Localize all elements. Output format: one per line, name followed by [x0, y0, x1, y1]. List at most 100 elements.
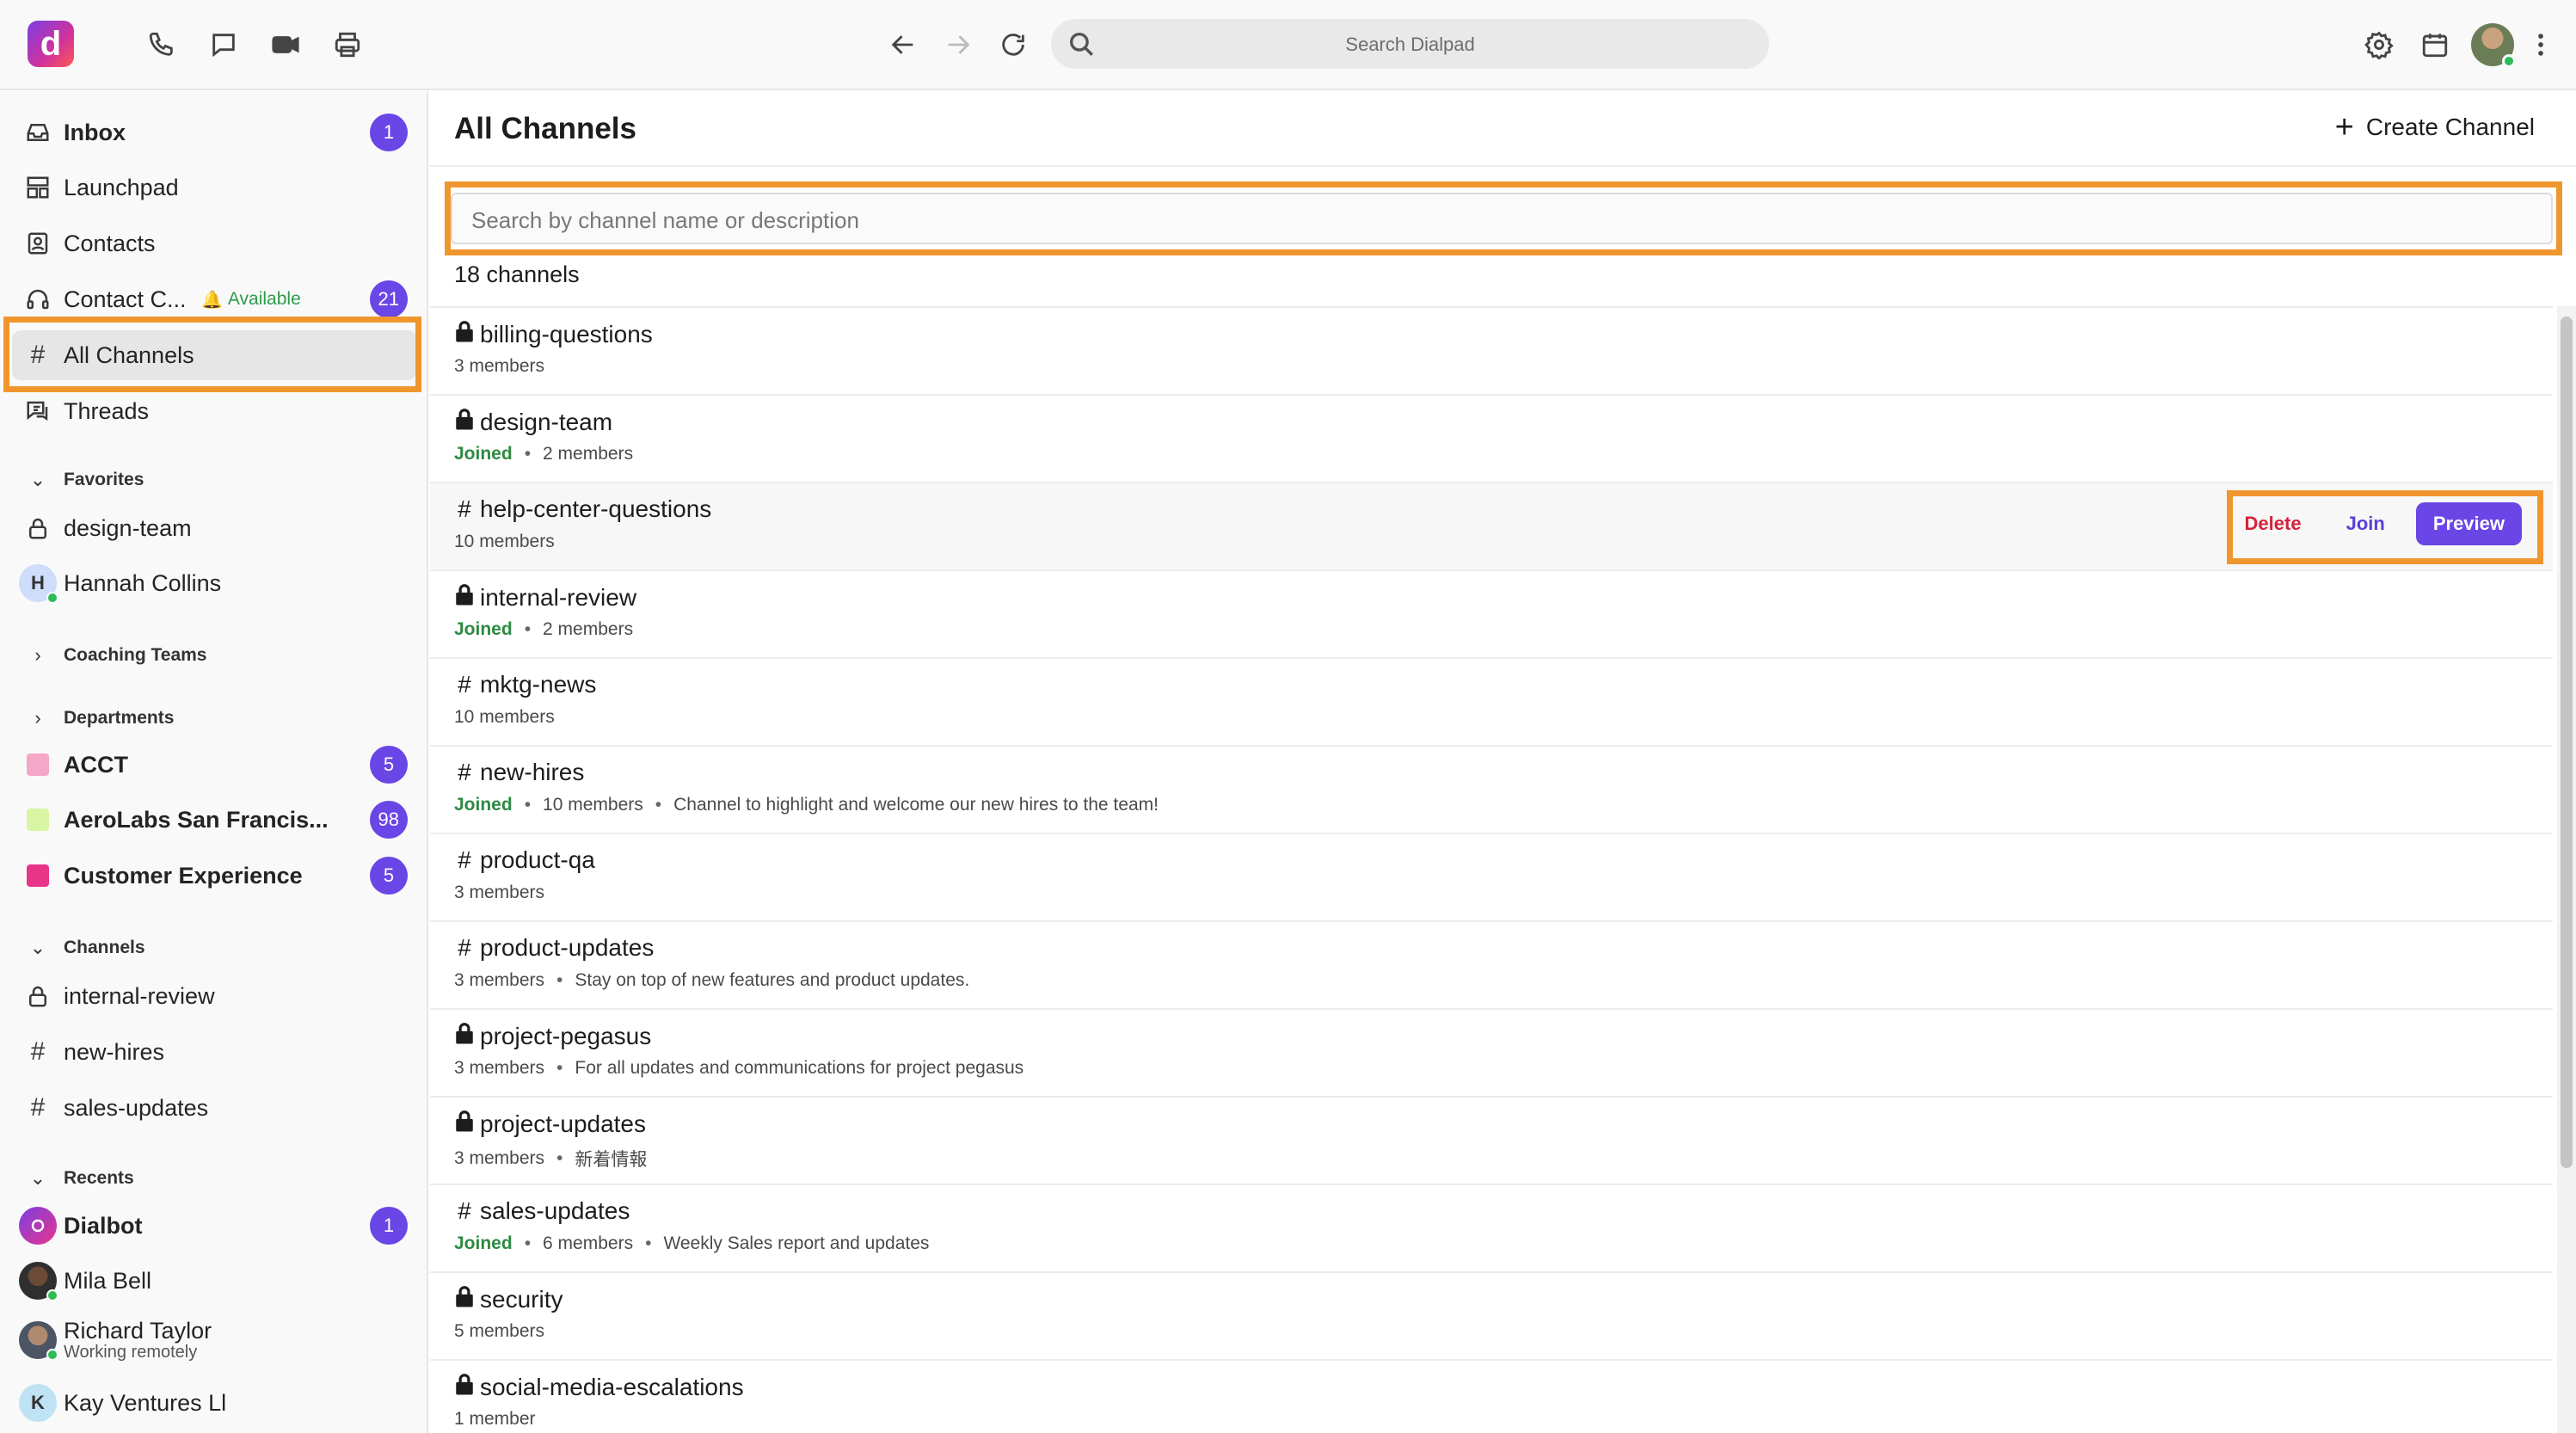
channel-name[interactable]: security: [454, 1285, 563, 1313]
back-icon[interactable]: [884, 26, 922, 64]
channel-meta: Joined • 6 members • Weekly Sales report and…: [454, 1233, 929, 1254]
unread-badge: 98: [369, 801, 408, 839]
channel-row[interactable]: # product-qa 3 members: [430, 834, 2553, 922]
member-count: 10 members: [543, 795, 643, 815]
dialpad-logo[interactable]: d: [28, 21, 74, 67]
lock-icon: [454, 583, 475, 612]
forward-icon[interactable]: [939, 26, 977, 64]
separator-dot: •: [645, 1233, 652, 1253]
sidebar-item-aerolabs[interactable]: AeroLabs San Francis... 98: [12, 795, 416, 845]
phone-icon[interactable]: [143, 26, 181, 64]
create-channel-button[interactable]: + Create Channel: [2335, 111, 2535, 144]
scrollbar-thumb[interactable]: [2561, 317, 2573, 1168]
channel-name[interactable]: # sales-updates: [454, 1197, 630, 1225]
sidebar-item-inbox[interactable]: Inbox 1: [12, 108, 416, 157]
channel-meta: 3 members • Stay on top of new features an…: [454, 970, 969, 991]
sidebar-item-mila-bell[interactable]: Mila Bell: [12, 1256, 416, 1306]
join-button[interactable]: Join: [2327, 504, 2404, 544]
sidebar-item-customer-experience[interactable]: Customer Experience 5: [12, 851, 416, 901]
sidebar-item-kay-ventures[interactable]: K Kay Ventures Ll: [12, 1378, 416, 1428]
channel-name[interactable]: social-media-escalations: [454, 1373, 744, 1401]
section-favorites[interactable]: ⌄ Favorites: [12, 460, 416, 500]
channel-row[interactable]: internal-review Joined • 2 members: [430, 571, 2553, 659]
channel-search-input[interactable]: Search by channel name or description: [451, 193, 2553, 244]
availability-status[interactable]: 🔔 Available: [201, 289, 354, 311]
channel-row[interactable]: design-team Joined • 2 members: [430, 396, 2553, 483]
create-channel-label: Create Channel: [2365, 114, 2535, 140]
channel-row[interactable]: project-pegasus 3 members • For all updates…: [430, 1010, 2553, 1098]
section-coaching-teams[interactable]: › Coaching Teams: [12, 636, 416, 675]
divider: [430, 165, 2576, 167]
section-title: Channels: [64, 938, 145, 957]
section-title: Favorites: [64, 470, 144, 489]
sidebar-item-design-team[interactable]: design-team: [12, 503, 416, 553]
sidebar-item-all-channels[interactable]: # All Channels: [12, 330, 416, 380]
department-color: [27, 809, 49, 831]
channel-meta: 3 members • For all updates and communicat…: [454, 1058, 1024, 1079]
channel-meta: Joined • 2 members: [454, 444, 633, 464]
channel-row[interactable]: # mktg-news 10 members: [430, 659, 2553, 747]
global-search[interactable]: Search Dialpad: [1051, 19, 1769, 69]
member-count: 2 members: [543, 619, 634, 639]
joined-status: Joined: [454, 619, 513, 639]
channel-row[interactable]: # sales-updates Joined • 6 members • Weekly Sa…: [430, 1185, 2553, 1273]
channel-name[interactable]: billing-questions: [454, 320, 653, 348]
sidebar-item-new-hires[interactable]: # new-hires: [12, 1027, 416, 1077]
channel-name[interactable]: design-team: [454, 408, 612, 436]
section-channels[interactable]: ⌄ Channels: [12, 928, 416, 968]
separator-dot: •: [556, 1058, 563, 1078]
refresh-icon[interactable]: [994, 26, 1032, 64]
sidebar-item-acct[interactable]: ACCT 5: [12, 740, 416, 790]
channel-row[interactable]: billing-questions 3 members: [430, 308, 2553, 396]
message-icon[interactable]: [205, 26, 243, 64]
channel-row[interactable]: project-updates 3 members • 新着情報: [430, 1098, 2553, 1185]
top-bar: d Search Dialpad: [0, 0, 2576, 90]
user-avatar[interactable]: [2471, 23, 2516, 68]
member-count: 3 members: [454, 1148, 545, 1168]
dialbot-icon: [19, 1207, 57, 1245]
more-icon[interactable]: [2522, 26, 2560, 64]
channel-name[interactable]: # product-qa: [454, 846, 595, 874]
member-count: 3 members: [454, 1058, 545, 1078]
delete-button[interactable]: Delete: [2231, 504, 2315, 544]
section-recents[interactable]: ⌄ Recents: [12, 1159, 416, 1198]
channel-name[interactable]: project-pegasus: [454, 1022, 651, 1050]
calendar-icon[interactable]: [2416, 26, 2454, 64]
chevron-down-icon: ⌄: [29, 469, 46, 490]
sidebar-item-hannah-collins[interactable]: H Hannah Collins: [12, 558, 416, 608]
separator-dot: •: [524, 619, 532, 639]
separator-dot: •: [524, 444, 532, 464]
sidebar-item-threads[interactable]: Threads: [12, 386, 416, 436]
preview-button[interactable]: Preview: [2415, 502, 2522, 545]
avatar: [19, 1321, 58, 1361]
channel-row[interactable]: # product-updates 3 members • Stay on top of…: [430, 922, 2553, 1010]
sidebar-item-richard-taylor[interactable]: Richard Taylor Working remotely: [12, 1313, 416, 1368]
channel-name-text: new-hires: [480, 759, 585, 785]
fax-icon[interactable]: [329, 26, 366, 64]
section-departments[interactable]: › Departments: [12, 698, 416, 738]
channel-row[interactable]: social-media-escalations 1 member: [430, 1361, 2553, 1433]
avatar: H: [19, 564, 58, 604]
channel-row[interactable]: # new-hires Joined • 10 members • Channel to h…: [430, 747, 2553, 834]
channel-name[interactable]: # new-hires: [454, 759, 584, 786]
channel-name-text: design-team: [480, 408, 613, 435]
lock-icon: [454, 1373, 475, 1401]
channel-row[interactable]: security 5 members: [430, 1273, 2553, 1361]
gear-icon[interactable]: [2360, 26, 2398, 64]
sidebar-item-sales-updates[interactable]: # sales-updates: [12, 1083, 416, 1133]
scrollbar[interactable]: [2557, 306, 2576, 1433]
unread-badge: 21: [369, 280, 408, 318]
sidebar-item-contact-center[interactable]: Contact C... 🔔 Available 21: [12, 274, 416, 324]
sidebar-item-launchpad[interactable]: Launchpad: [12, 163, 416, 212]
sidebar-item-internal-review[interactable]: internal-review: [12, 971, 416, 1021]
channel-name[interactable]: internal-review: [454, 583, 636, 612]
sidebar-item-contacts[interactable]: Contacts: [12, 218, 416, 268]
channel-name[interactable]: project-updates: [454, 1110, 646, 1138]
video-icon[interactable]: [267, 26, 304, 64]
sidebar-item-dialbot[interactable]: Dialbot 1: [12, 1201, 416, 1251]
channel-name[interactable]: # help-center-questions: [454, 495, 711, 523]
channel-name[interactable]: # mktg-news: [454, 671, 596, 698]
chevron-down-icon: ⌄: [29, 937, 46, 958]
channel-name[interactable]: # product-updates: [454, 934, 654, 962]
channel-row[interactable]: # help-center-questions 10 members Delete Jo…: [430, 483, 2553, 571]
